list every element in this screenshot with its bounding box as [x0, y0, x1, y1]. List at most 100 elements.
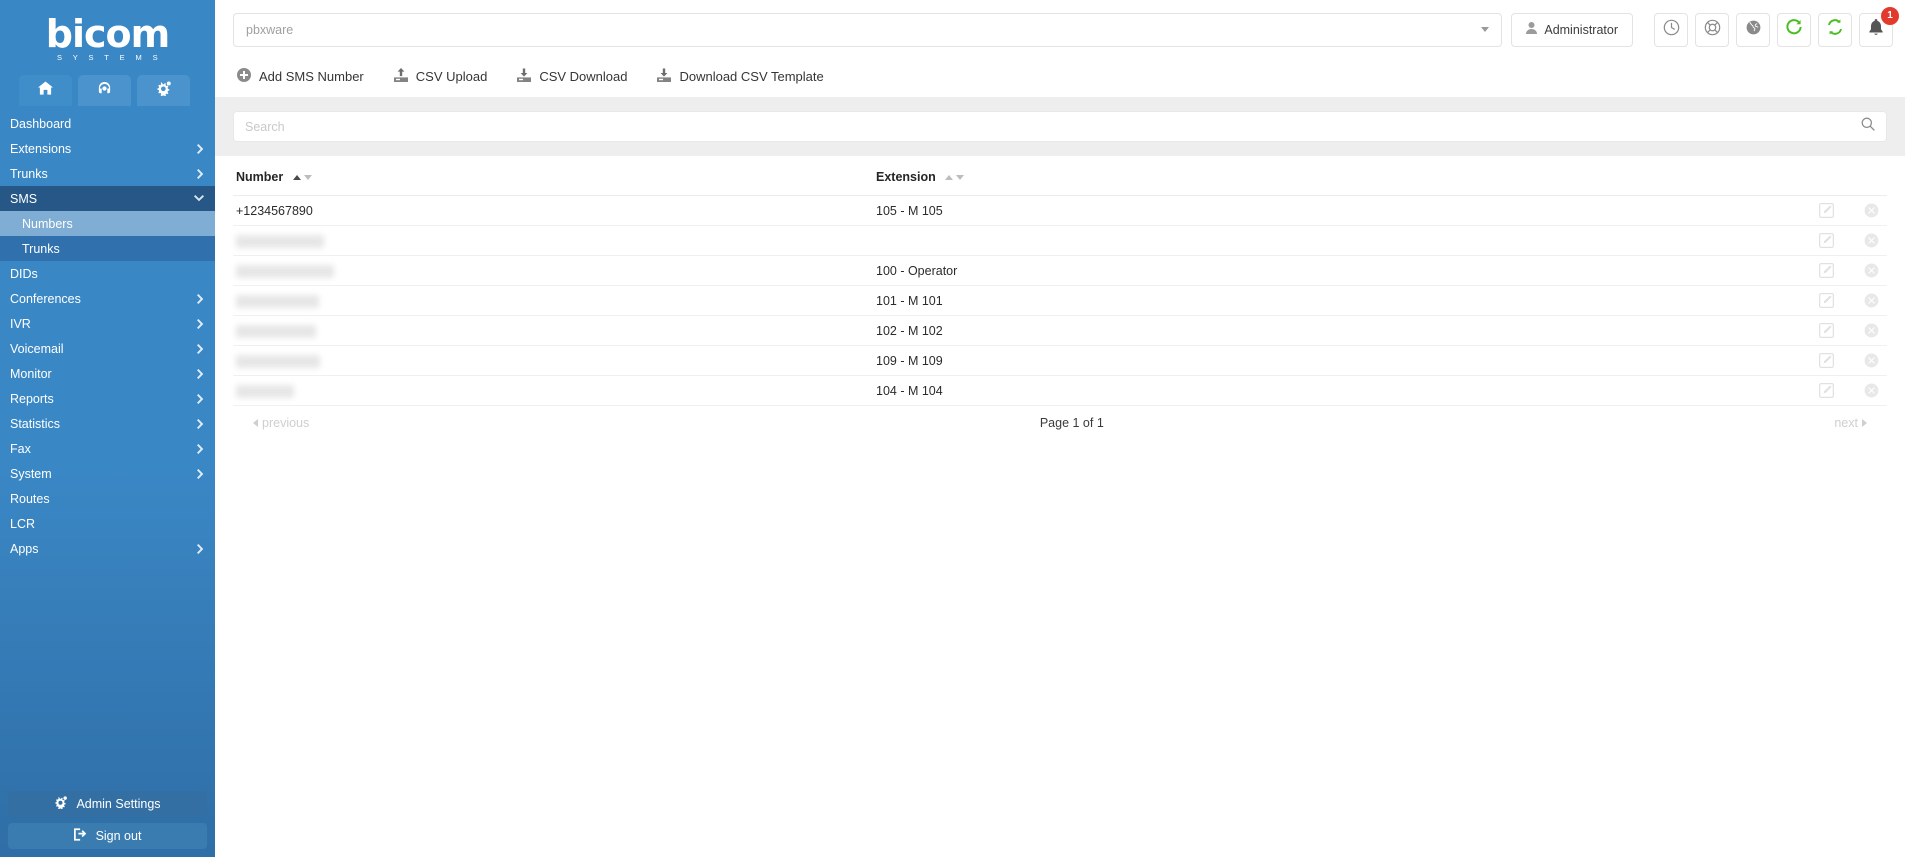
support-tab[interactable] [78, 75, 131, 106]
download-icon [517, 68, 532, 85]
delete-icon[interactable] [1864, 203, 1879, 218]
edit-icon[interactable] [1819, 353, 1834, 368]
delete-icon[interactable] [1864, 353, 1879, 368]
edit-icon[interactable] [1819, 323, 1834, 338]
sidebar-item-numbers[interactable]: Numbers [0, 211, 215, 236]
search-icon[interactable] [1861, 117, 1875, 136]
brand-logo[interactable]: bicom S Y S T E M S [0, 0, 215, 72]
table-row[interactable] [233, 225, 1887, 256]
notifications-button[interactable]: 1 [1859, 6, 1899, 47]
search-input[interactable] [245, 119, 1861, 134]
sort-desc-icon[interactable] [303, 175, 312, 181]
edit-icon[interactable] [1819, 263, 1834, 278]
sidebar-item-routes[interactable]: Routes [0, 486, 215, 511]
csv-upload-button[interactable]: CSV Upload [393, 67, 488, 85]
home-icon [38, 81, 53, 100]
previous-page-button[interactable]: previous [253, 416, 309, 430]
table-row[interactable]: 102 - M 102 [233, 315, 1887, 346]
table-header-row: Number Extension [233, 156, 1887, 196]
column-header-number[interactable]: Number [233, 156, 873, 196]
csv-download-button[interactable]: CSV Download [517, 68, 627, 85]
add-sms-number-button[interactable]: Add SMS Number [237, 67, 364, 85]
extension-value: 102 - M 102 [876, 323, 943, 338]
sort-asc-icon[interactable] [945, 175, 954, 181]
sign-out-label: Sign out [95, 829, 142, 843]
user-menu-button[interactable]: Administrator [1511, 12, 1633, 47]
chevron-right-icon [197, 443, 204, 454]
sidebar-item-label: Extensions [10, 141, 72, 156]
home-tab[interactable] [19, 75, 72, 106]
table-row[interactable]: 109 - M 109 [233, 345, 1887, 376]
sidebar-item-extensions[interactable]: Extensions [0, 136, 215, 161]
next-page-button[interactable]: next [1834, 416, 1867, 430]
sidebar-item-apps[interactable]: Apps [0, 536, 215, 561]
chevron-right-icon [197, 143, 204, 154]
delete-icon[interactable] [1864, 263, 1879, 278]
edit-icon[interactable] [1819, 233, 1834, 248]
admin-settings-button[interactable]: Admin Settings [8, 791, 207, 817]
support-button[interactable] [1695, 12, 1729, 47]
sidebar-footer: Admin Settings Sign out [0, 785, 215, 857]
sidebar-item-label: Fax [10, 441, 31, 456]
delete-icon[interactable] [1864, 293, 1879, 308]
sidebar-item-system[interactable]: System [0, 461, 215, 486]
sort-controls[interactable] [945, 175, 965, 181]
sign-out-button[interactable]: Sign out [8, 823, 207, 849]
sidebar-item-conferences[interactable]: Conferences [0, 286, 215, 311]
table-row[interactable]: 100 - Operator [233, 255, 1887, 286]
sidebar-item-trunks[interactable]: Trunks [0, 161, 215, 186]
sidebar-item-label: Reports [10, 391, 54, 406]
table-row[interactable]: +1234567890 105 - M 105 [233, 195, 1887, 226]
server-select[interactable]: pbxware [233, 12, 1503, 47]
sidebar-item-statistics[interactable]: Statistics [0, 411, 215, 436]
cell-number [233, 255, 873, 286]
delete-icon[interactable] [1864, 323, 1879, 338]
user-icon [1526, 22, 1538, 37]
sidebar-item-monitor[interactable]: Monitor [0, 361, 215, 386]
sidebar-item-dids[interactable]: DIDs [0, 261, 215, 286]
action-label: CSV Upload [415, 68, 488, 84]
sidebar-item-sms[interactable]: SMS [0, 186, 215, 211]
column-header-extension[interactable]: Extension [873, 156, 1777, 196]
sidebar-item-fax[interactable]: Fax [0, 436, 215, 461]
sidebar-item-label: Numbers [22, 216, 73, 231]
sort-asc-icon[interactable] [292, 175, 301, 181]
action-toolbar: Add SMS Number CSV Upload CSV Download D… [215, 59, 1905, 97]
action-label: Add SMS Number [259, 68, 364, 84]
edit-icon[interactable] [1819, 203, 1834, 218]
globe-button[interactable] [1736, 12, 1770, 47]
sidebar-item-voicemail[interactable]: Voicemail [0, 336, 215, 361]
server-select-value: pbxware [246, 22, 294, 37]
cell-actions [1777, 195, 1887, 226]
headset-icon [97, 81, 112, 101]
sidebar-item-reports[interactable]: Reports [0, 386, 215, 411]
sidebar-item-dashboard[interactable]: Dashboard [0, 111, 215, 136]
sync-icon [1826, 18, 1844, 41]
reload-button[interactable] [1777, 12, 1811, 47]
column-label: Number [236, 170, 284, 184]
sort-controls[interactable] [292, 175, 312, 181]
sort-desc-icon[interactable] [956, 175, 965, 181]
next-label: next [1834, 416, 1858, 430]
sidebar-item-label: IVR [10, 316, 31, 331]
edit-icon[interactable] [1819, 293, 1834, 308]
sidebar-item-label: Dashboard [10, 116, 72, 131]
chevron-down-icon [194, 195, 204, 202]
table-row[interactable]: 104 - M 104 [233, 375, 1887, 406]
download-csv-template-button[interactable]: Download CSV Template [657, 68, 824, 85]
settings-tab[interactable] [137, 75, 190, 106]
search-box[interactable] [233, 111, 1887, 142]
delete-icon[interactable] [1864, 233, 1879, 248]
sync-button[interactable] [1818, 12, 1852, 47]
redacted-number [236, 384, 294, 398]
sidebar-item-lcr[interactable]: LCR [0, 511, 215, 536]
clock-button[interactable] [1654, 12, 1688, 47]
cell-actions [1777, 345, 1887, 376]
cell-number [233, 285, 873, 316]
edit-icon[interactable] [1819, 383, 1834, 398]
lifebuoy-icon [1704, 19, 1721, 41]
delete-icon[interactable] [1864, 383, 1879, 398]
sidebar-item-ivr[interactable]: IVR [0, 311, 215, 336]
sidebar-item-sms-trunks[interactable]: Trunks [0, 236, 215, 261]
table-row[interactable]: 101 - M 101 [233, 285, 1887, 316]
